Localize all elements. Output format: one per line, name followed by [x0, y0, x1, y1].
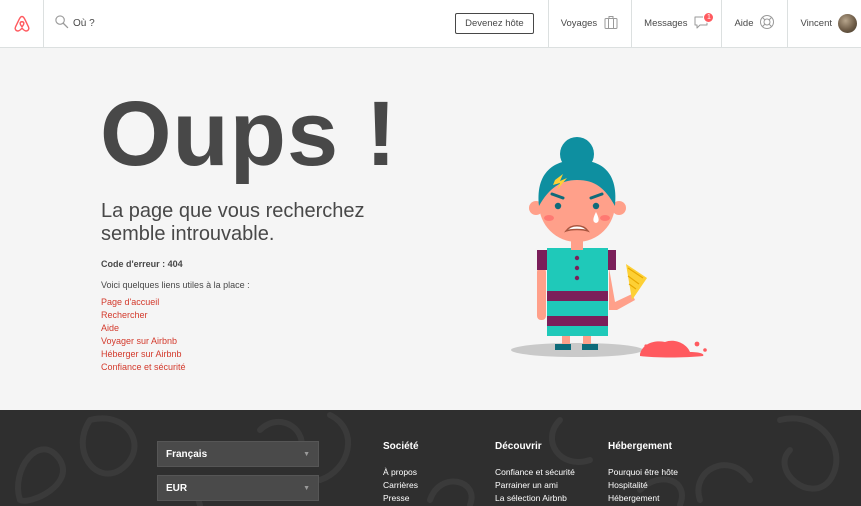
footer-link-hosting[interactable]: Hébergement [608, 493, 660, 503]
list-item: Héberger sur Airbnb [101, 344, 186, 359]
footer-column-title: Découvrir [495, 441, 542, 452]
nav-messages-label: Messages [644, 18, 688, 29]
helpful-links-list: Page d'accueil Rechercher Aide Voyager s… [101, 292, 186, 372]
nav-trips-label: Voyages [560, 18, 598, 29]
footer-link-selection[interactable]: La sélection Airbnb [495, 493, 567, 503]
links-intro: Voici quelques liens utiles à la place : [101, 280, 250, 290]
list-item: Hébergement [608, 488, 678, 503]
suitcase-icon [603, 14, 619, 33]
footer: Français ▼ EUR ▼ Société À propos Carriè… [0, 410, 861, 506]
lifebuoy-icon [759, 14, 775, 33]
list-item: La sélection Airbnb [495, 488, 575, 503]
footer-pattern-background [15, 412, 840, 506]
top-navigation-bar: Devenez hôte Voyages Messages 1 Aide Vin… [0, 0, 861, 48]
list-item: Voyager sur Airbnb [101, 331, 186, 346]
list-item: Rechercher [101, 305, 186, 320]
footer-column-title: Hébergement [608, 441, 672, 452]
nav-trips[interactable]: Voyages [547, 0, 631, 48]
footer-column-hosting: Hébergement Pourquoi être hôte Hospitali… [608, 441, 678, 503]
nav-user-name: Vincent [800, 18, 832, 29]
messages-badge: 1 [703, 11, 715, 23]
language-select[interactable]: Français ▼ [157, 441, 319, 467]
list-item: Confiance et sécurité [101, 357, 186, 372]
footer-column-discover: Découvrir Confiance et sécurité Parraine… [495, 441, 575, 503]
chevron-down-icon: ▼ [303, 484, 310, 492]
currency-select[interactable]: EUR ▼ [157, 475, 319, 501]
footer-link-press[interactable]: Presse [383, 493, 409, 503]
airbnb-logo-icon[interactable] [0, 0, 44, 48]
nav-user-menu[interactable]: Vincent [787, 0, 861, 48]
search-input[interactable] [73, 18, 273, 29]
currency-value: EUR [166, 482, 188, 494]
list-item: Pourquoi être hôte [608, 462, 678, 477]
search-icon [54, 14, 69, 34]
sad-girl-illustration [511, 137, 707, 358]
link-trust-safety[interactable]: Confiance et sécurité [101, 362, 186, 372]
language-value: Français [166, 448, 208, 460]
list-item: Carrières [383, 475, 419, 490]
page-title: Oups ! [100, 83, 398, 185]
chevron-down-icon: ▼ [303, 450, 310, 458]
page-subtitle: La page que vous recherchez semble intro… [101, 200, 365, 245]
list-item: À propos [383, 462, 419, 477]
search-bar[interactable] [44, 0, 455, 48]
nav-help[interactable]: Aide [721, 0, 787, 48]
list-item: Page d'accueil [101, 292, 186, 307]
footer-column-company: Société À propos Carrières Presse [383, 441, 419, 503]
error-code: Code d'erreur : 404 [101, 259, 183, 269]
error-page-content: Oups ! La page que vous recherchez sembl… [0, 48, 861, 410]
become-host-button[interactable]: Devenez hôte [455, 13, 534, 34]
nav-help-label: Aide [734, 18, 754, 29]
list-item: Confiance et sécurité [495, 462, 575, 477]
nav-messages[interactable]: Messages 1 [631, 0, 721, 48]
avatar[interactable] [838, 14, 857, 33]
footer-column-title: Société [383, 441, 419, 452]
